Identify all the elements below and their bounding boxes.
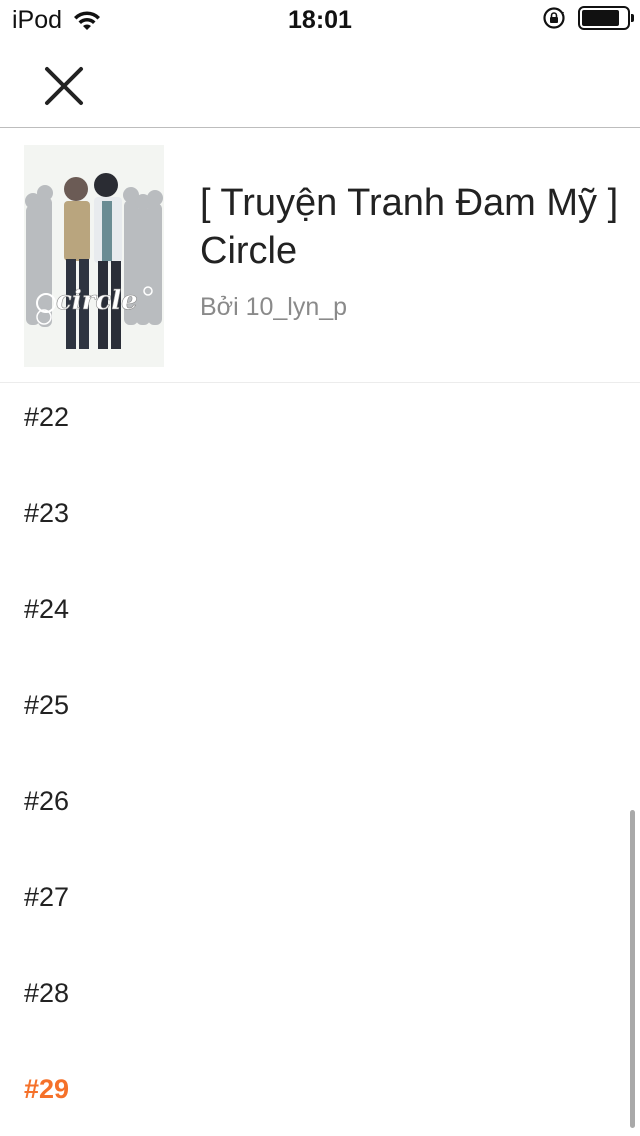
chapter-label: #23 [24,498,70,528]
rotation-lock-icon [543,7,565,29]
chapter-label: #27 [24,882,70,912]
chapter-item[interactable]: #22 [0,384,640,480]
nav-bar [0,40,640,128]
chapter-label: #25 [24,690,70,720]
chapter-label: #24 [24,594,70,624]
chapter-label: #29 [24,1074,70,1104]
chapter-item[interactable]: #25 [0,672,640,768]
chapter-item[interactable]: #27 [0,864,640,960]
cover-title-text: circle [56,286,138,316]
story-title[interactable]: [ Truyện Tranh Đam Mỹ ] Circle [200,179,620,275]
cover-illustration: circle [24,145,164,367]
status-bar: iPod 18:01 [0,0,640,40]
close-button[interactable] [36,58,92,114]
story-header: circle [ Truyện Tranh Đam Mỹ ] Circle Bở… [0,129,640,383]
chapter-label: #22 [24,402,70,432]
chapter-item[interactable]: #23 [0,480,640,576]
chapter-label: #28 [24,978,70,1008]
chapter-item[interactable]: #29 [0,1056,640,1136]
chapter-item[interactable]: #24 [0,576,640,672]
battery-fill [582,10,620,26]
chapter-label: #26 [24,786,70,816]
chapter-item[interactable]: #28 [0,960,640,1056]
chapter-list: #22 #23 #24 #25 #26 #27 #28 #29 [0,384,640,1136]
story-cover-image[interactable]: circle [24,145,164,367]
status-right [542,6,634,30]
close-icon [45,67,83,105]
battery-icon [578,6,634,30]
story-info: [ Truyện Tranh Đam Mỹ ] Circle Bởi 10_ly… [200,179,620,322]
scrollbar[interactable] [630,810,635,1128]
story-author[interactable]: Bởi 10_lyn_p [200,293,620,322]
chapter-item[interactable]: #26 [0,768,640,864]
